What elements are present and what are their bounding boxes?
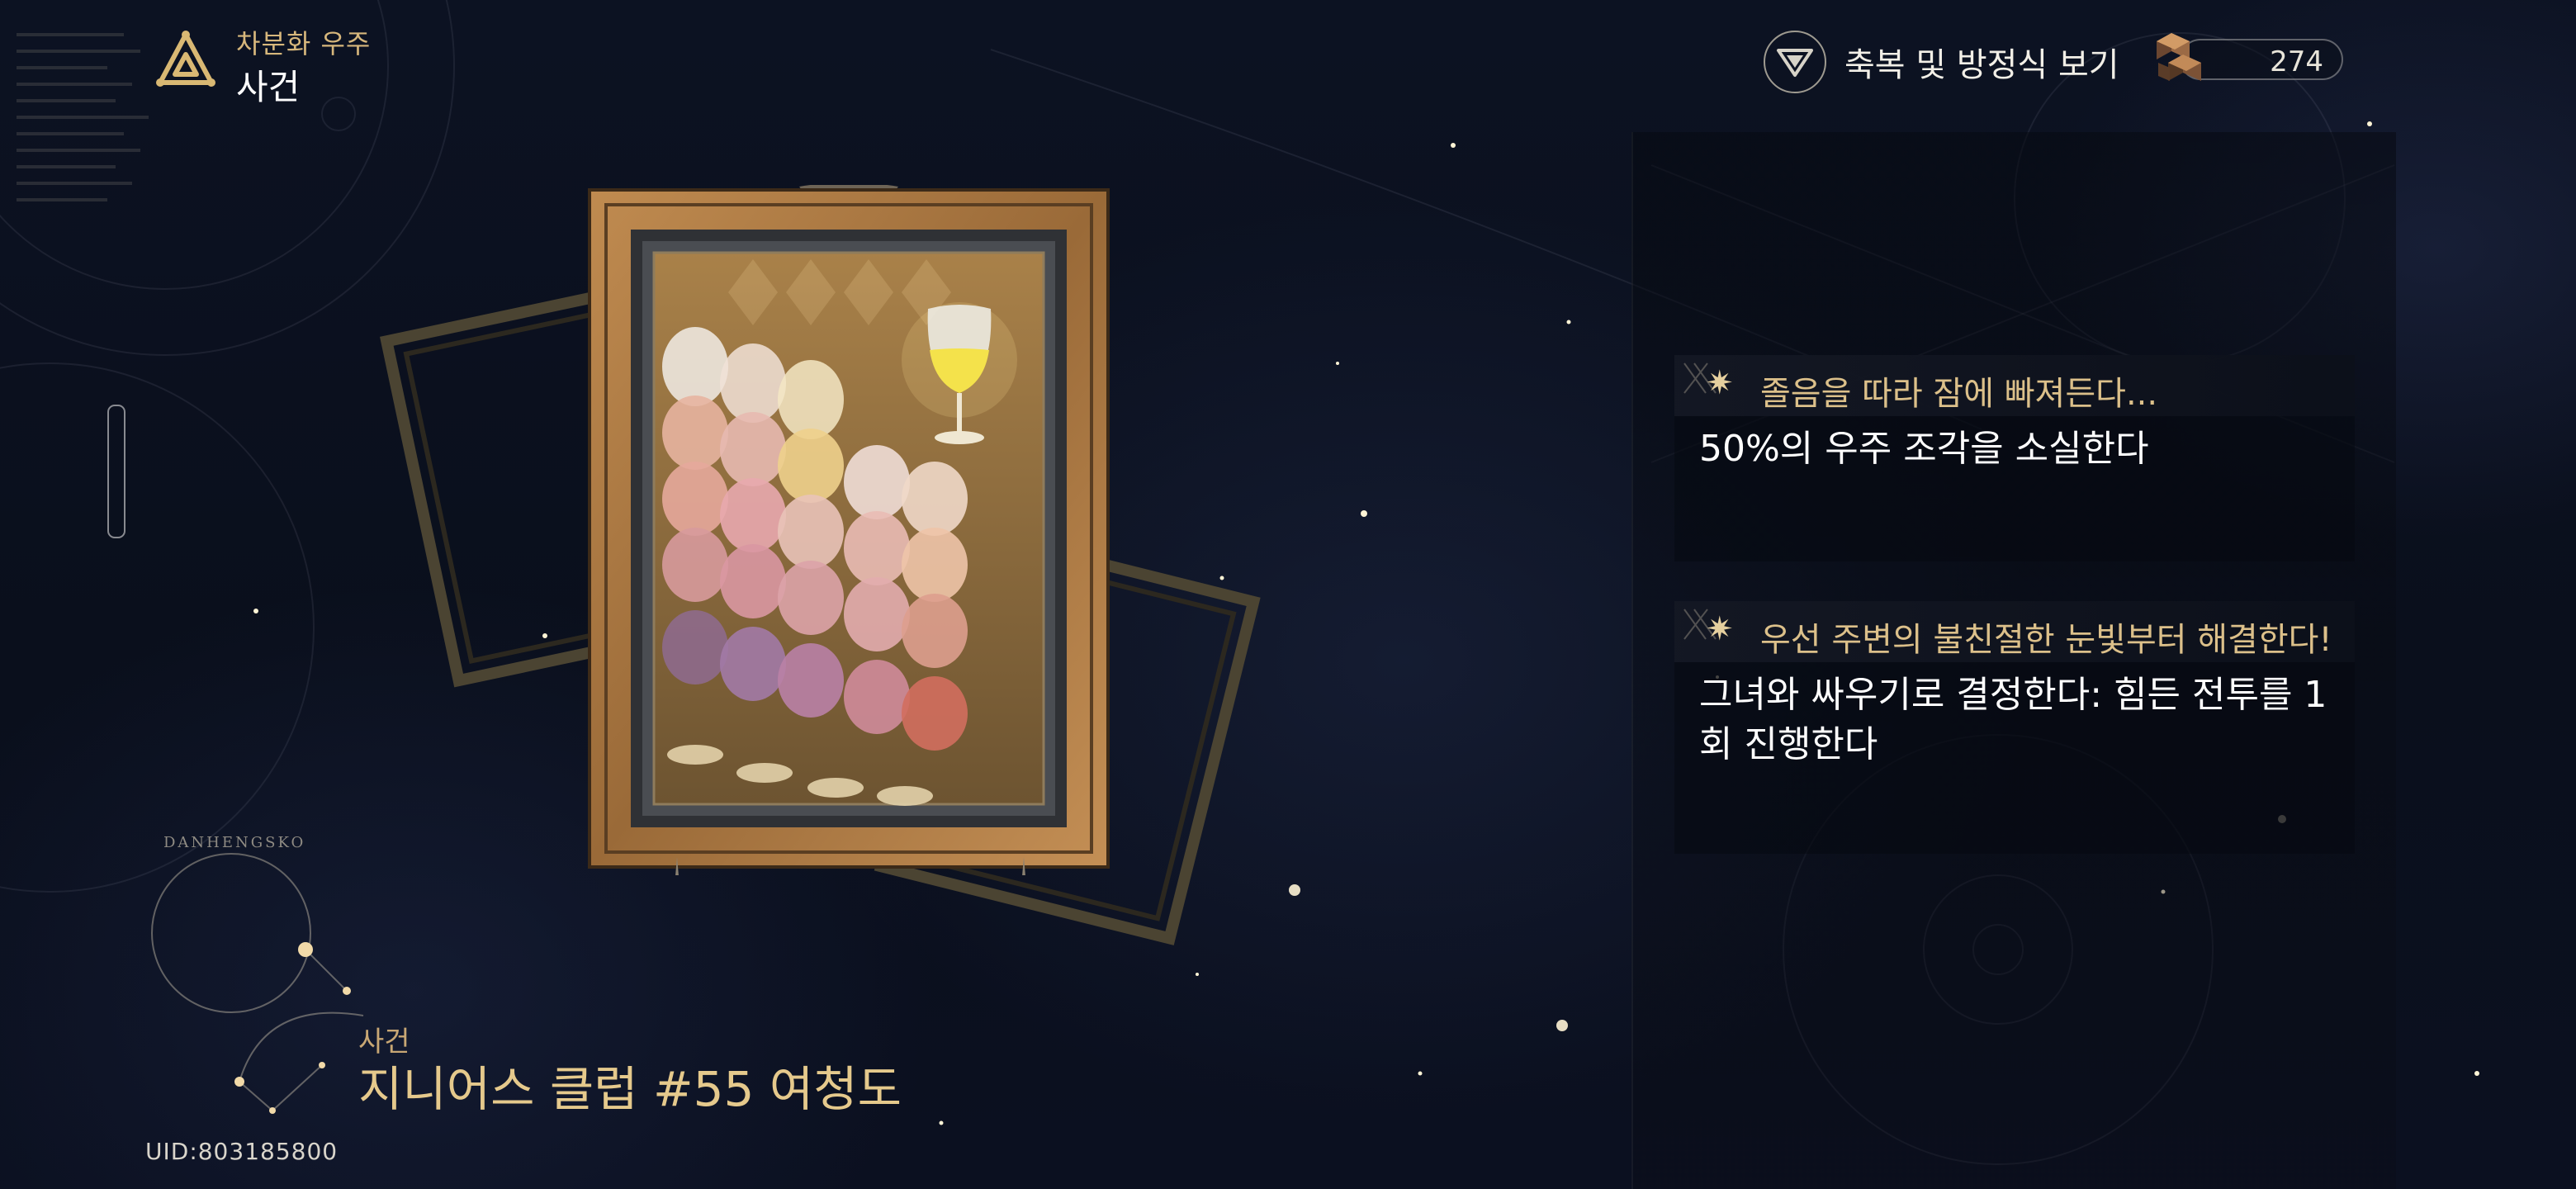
user-id: UID:803185800	[145, 1138, 339, 1165]
constellation-label: DANHENGSKO	[163, 834, 306, 851]
event-name: 지니어스 클럽 #55 여청도	[358, 1061, 902, 1117]
constellation-decoration	[151, 853, 364, 1114]
